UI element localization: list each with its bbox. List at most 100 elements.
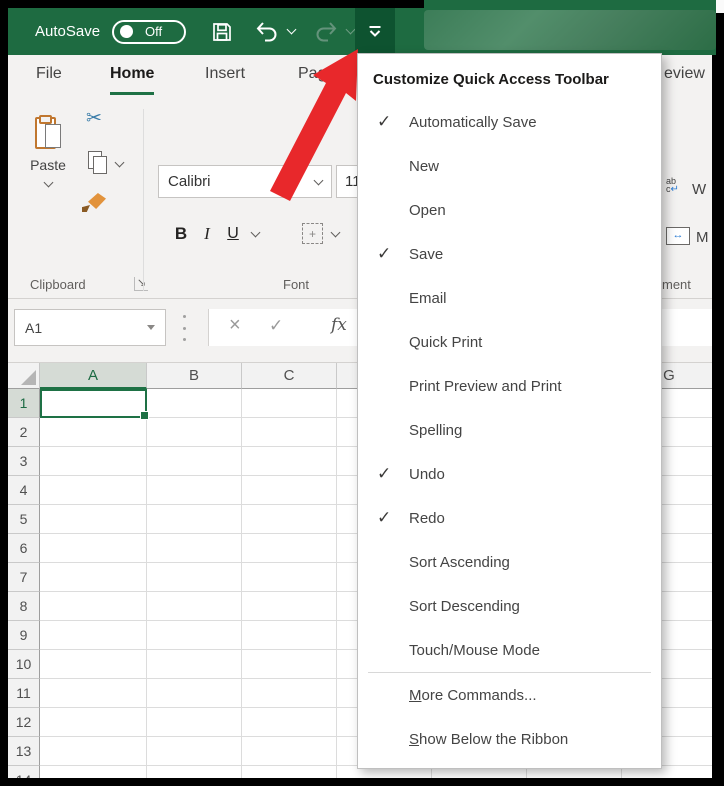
redo-button-disabled[interactable] — [313, 19, 354, 45]
grid-cell-C10[interactable] — [242, 650, 337, 679]
save-button[interactable] — [210, 20, 234, 44]
redo-dropdown-chevron-icon[interactable] — [346, 25, 356, 35]
autosave-toggle[interactable]: Off — [112, 20, 186, 44]
font-name-combobox[interactable]: Calibri — [158, 165, 332, 198]
menu-item-show-below-the-ribbon[interactable]: Show Below the Ribbon — [358, 717, 661, 761]
tab-page-layout-fragment[interactable]: Pag — [298, 65, 326, 83]
grid-cell-A3[interactable] — [40, 447, 147, 476]
row-header-7[interactable]: 7 — [8, 563, 40, 592]
grid-cell-B3[interactable] — [147, 447, 242, 476]
grid-cell-C9[interactable] — [242, 621, 337, 650]
wrap-text-icon[interactable]: ab c↵ — [666, 177, 686, 194]
menu-item-open[interactable]: Open — [358, 188, 661, 232]
grid-cell-A13[interactable] — [40, 737, 147, 766]
paste-dropdown-chevron-icon[interactable] — [43, 178, 53, 188]
grid-cell-A6[interactable] — [40, 534, 147, 563]
insert-function-icon[interactable]: fx — [331, 315, 347, 335]
grid-cell-A2[interactable] — [40, 418, 147, 447]
format-painter-icon[interactable] — [88, 193, 106, 209]
row-header-11[interactable]: 11 — [8, 679, 40, 708]
grid-cell-A11[interactable] — [40, 679, 147, 708]
grid-cell-B10[interactable] — [147, 650, 242, 679]
select-all-button[interactable] — [8, 363, 40, 389]
menu-item-sort-ascending[interactable]: Sort Ascending — [358, 540, 661, 584]
row-header-5[interactable]: 5 — [8, 505, 40, 534]
grid-cell-A12[interactable] — [40, 708, 147, 737]
formula-bar-drag-handle[interactable] — [182, 315, 186, 341]
grid-cell-B13[interactable] — [147, 737, 242, 766]
grid-cell-B4[interactable] — [147, 476, 242, 505]
paste-button[interactable]: Paste — [20, 109, 76, 237]
underline-button[interactable]: U — [220, 225, 246, 243]
grid-cell-C3[interactable] — [242, 447, 337, 476]
row-header-3[interactable]: 3 — [8, 447, 40, 476]
row-header-8[interactable]: 8 — [8, 592, 40, 621]
grid-cell-C2[interactable] — [242, 418, 337, 447]
menu-item-touch-mouse-mode[interactable]: Touch/Mouse Mode — [358, 628, 661, 672]
name-box-dropdown-icon[interactable] — [147, 325, 155, 330]
tab-home[interactable]: Home — [110, 65, 154, 95]
menu-item-spelling[interactable]: Spelling — [358, 408, 661, 452]
grid-cell-C8[interactable] — [242, 592, 337, 621]
menu-item-quick-print[interactable]: Quick Print — [358, 320, 661, 364]
grid-cell-A14[interactable] — [40, 766, 147, 778]
grid-cell-C12[interactable] — [242, 708, 337, 737]
grid-cell-A7[interactable] — [40, 563, 147, 592]
column-header-B[interactable]: B — [147, 363, 242, 389]
tab-insert[interactable]: Insert — [205, 65, 245, 83]
tab-review-fragment[interactable]: eview — [664, 65, 705, 83]
copy-dropdown-chevron-icon[interactable] — [115, 158, 125, 168]
grid-cell-B6[interactable] — [147, 534, 242, 563]
name-box[interactable]: A1 — [14, 309, 166, 346]
grid-cell-C1[interactable] — [242, 389, 337, 418]
fill-handle[interactable] — [140, 411, 149, 420]
grid-cell-B11[interactable] — [147, 679, 242, 708]
menu-item-sort-descending[interactable]: Sort Descending — [358, 584, 661, 628]
menu-item-email[interactable]: Email — [358, 276, 661, 320]
grid-cell-C5[interactable] — [242, 505, 337, 534]
borders-button[interactable]: + — [302, 223, 323, 244]
cancel-icon[interactable]: × — [229, 314, 241, 337]
row-header-13[interactable]: 13 — [8, 737, 40, 766]
row-header-10[interactable]: 10 — [8, 650, 40, 679]
column-header-A[interactable]: A — [40, 363, 147, 389]
undo-dropdown-chevron-icon[interactable] — [287, 25, 297, 35]
row-header-1[interactable]: 1 — [8, 389, 40, 418]
grid-cell-C14[interactable] — [242, 766, 337, 778]
row-header-2[interactable]: 2 — [8, 418, 40, 447]
menu-item-more-commands[interactable]: More Commands... — [358, 673, 661, 717]
grid-cell-A5[interactable] — [40, 505, 147, 534]
grid-cell-B8[interactable] — [147, 592, 242, 621]
grid-cell-B1[interactable] — [147, 389, 242, 418]
menu-item-redo[interactable]: ✓Redo — [358, 496, 661, 540]
row-header-4[interactable]: 4 — [8, 476, 40, 505]
menu-item-automatically-save[interactable]: ✓Automatically Save — [358, 100, 661, 144]
grid-cell-B2[interactable] — [147, 418, 242, 447]
grid-cell-B14[interactable] — [147, 766, 242, 778]
row-header-6[interactable]: 6 — [8, 534, 40, 563]
undo-button[interactable] — [254, 19, 295, 45]
row-header-14[interactable]: 14 — [8, 766, 40, 778]
grid-cell-A10[interactable] — [40, 650, 147, 679]
grid-cell-A8[interactable] — [40, 592, 147, 621]
row-header-9[interactable]: 9 — [8, 621, 40, 650]
italic-button[interactable]: I — [194, 224, 220, 244]
menu-item-save[interactable]: ✓Save — [358, 232, 661, 276]
clipboard-dialog-launcher-icon[interactable]: ↘ — [134, 277, 148, 291]
bold-button[interactable]: B — [168, 224, 194, 244]
grid-cell-B5[interactable] — [147, 505, 242, 534]
grid-cell-C4[interactable] — [242, 476, 337, 505]
grid-cell-C13[interactable] — [242, 737, 337, 766]
grid-cell-A9[interactable] — [40, 621, 147, 650]
grid-cell-B7[interactable] — [147, 563, 242, 592]
menu-item-print-preview-and-print[interactable]: Print Preview and Print — [358, 364, 661, 408]
enter-icon[interactable]: ✓ — [269, 316, 283, 336]
grid-cell-C6[interactable] — [242, 534, 337, 563]
copy-icon[interactable] — [88, 151, 102, 169]
merge-center-icon[interactable]: ↔ — [666, 227, 690, 245]
borders-dropdown-chevron-icon[interactable] — [331, 228, 341, 238]
cut-scissors-icon[interactable]: ✂ — [86, 107, 102, 130]
grid-cell-B9[interactable] — [147, 621, 242, 650]
grid-cell-C7[interactable] — [242, 563, 337, 592]
menu-item-new[interactable]: New — [358, 144, 661, 188]
